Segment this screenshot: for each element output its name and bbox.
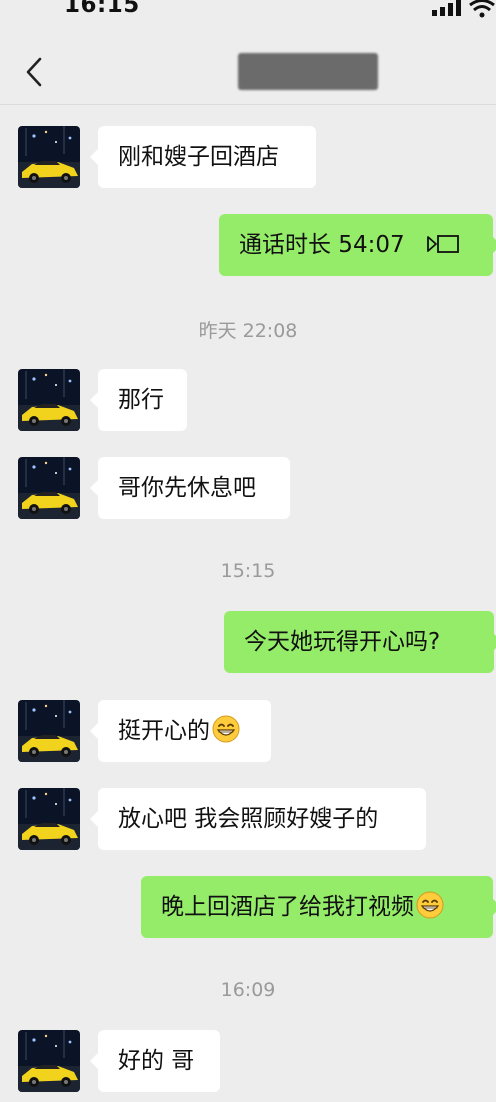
cellular-signal-icon bbox=[432, 0, 461, 16]
back-chevron-icon[interactable] bbox=[18, 55, 50, 89]
message-text: 哥你先休息吧 bbox=[118, 475, 256, 501]
message-text: 放心吧 我会照顾好嫂子的 bbox=[118, 806, 379, 832]
incoming-message-bubble[interactable]: 好的 哥 bbox=[90, 1030, 220, 1092]
contact-avatar[interactable] bbox=[18, 700, 80, 762]
contact-name-redacted bbox=[238, 53, 378, 90]
call-duration-text: 通话时长 54:07 bbox=[239, 232, 405, 258]
contact-avatar[interactable] bbox=[18, 1030, 80, 1092]
grin-emoji-icon bbox=[416, 891, 444, 919]
video-call-icon bbox=[427, 234, 459, 253]
message-text: 那行 bbox=[118, 387, 164, 413]
contact-avatar[interactable] bbox=[18, 788, 80, 850]
outgoing-message-bubble[interactable]: 晚上回酒店了给我打视频 bbox=[141, 876, 496, 938]
message-text: 晚上回酒店了给我打视频 bbox=[161, 894, 414, 920]
outgoing-message-bubble[interactable]: 今天她玩得开心吗? bbox=[224, 611, 496, 673]
contact-avatar[interactable] bbox=[18, 126, 80, 188]
incoming-message-bubble[interactable]: 挺开心的 bbox=[90, 700, 271, 762]
wifi-icon bbox=[469, 0, 495, 18]
contact-avatar[interactable] bbox=[18, 457, 80, 519]
incoming-message-bubble[interactable]: 那行 bbox=[90, 369, 187, 431]
message-text: 今天她玩得开心吗? bbox=[244, 629, 441, 655]
incoming-message-bubble[interactable]: 放心吧 我会照顾好嫂子的 bbox=[90, 788, 426, 850]
message-text: 挺开心的 bbox=[118, 718, 210, 744]
timestamp: 16:09 bbox=[220, 979, 276, 1001]
incoming-message-bubble[interactable]: 哥你先休息吧 bbox=[90, 457, 290, 519]
outgoing-call-record-bubble[interactable]: 通话时长 54:07 bbox=[219, 214, 496, 276]
status-time: 16:15 bbox=[64, 0, 140, 18]
message-text: 好的 哥 bbox=[118, 1048, 195, 1074]
chat-header bbox=[0, 22, 496, 105]
grin-emoji-icon bbox=[212, 715, 240, 743]
timestamp: 昨天 22:08 bbox=[198, 320, 298, 342]
incoming-message-bubble[interactable]: 刚和嫂子回酒店 bbox=[90, 126, 316, 188]
timestamp: 15:15 bbox=[220, 560, 276, 582]
status-bar: 16:15 bbox=[0, 0, 496, 22]
message-text: 刚和嫂子回酒店 bbox=[118, 144, 279, 170]
contact-avatar[interactable] bbox=[18, 369, 80, 431]
